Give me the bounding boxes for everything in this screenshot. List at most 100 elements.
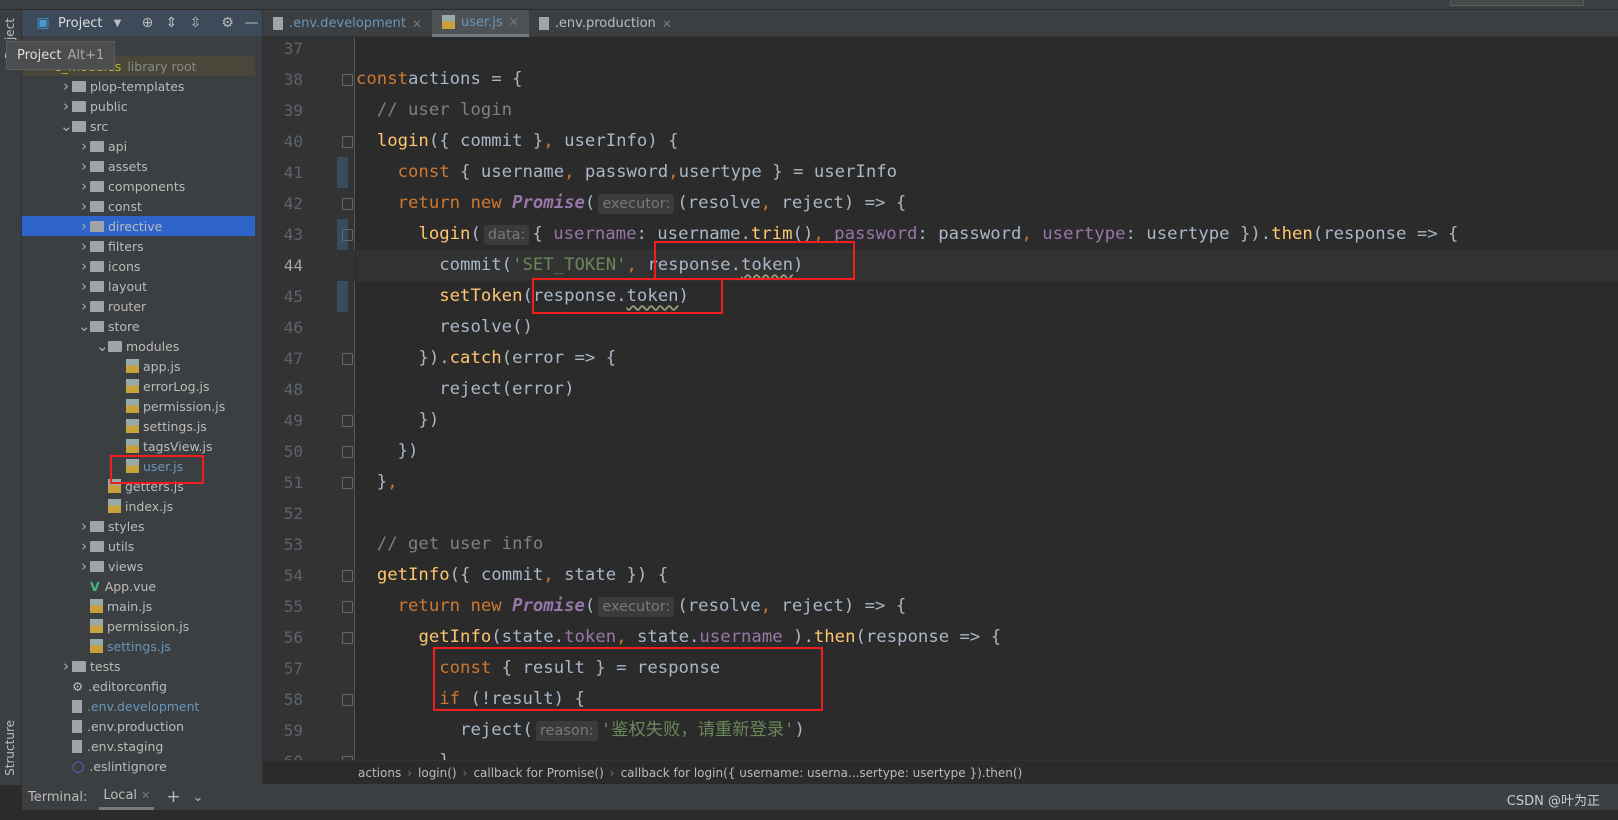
tree-item[interactable]: permission.js [22, 616, 255, 636]
breadcrumb-item[interactable]: callback for Promise() [473, 766, 603, 780]
code-line[interactable]: return new Promise(executor: (resolve, re… [356, 591, 1618, 622]
tree-item[interactable]: ⚙ .editorconfig [22, 676, 255, 696]
tree-item[interactable]: ⌄ modules [22, 336, 255, 356]
search-box[interactable] [1450, 0, 1584, 6]
chevron-right-icon[interactable]: › [78, 557, 90, 575]
minimize-icon[interactable]: — [242, 15, 260, 31]
tree-item[interactable]: › api [22, 136, 255, 156]
code-line[interactable]: login({ commit }, userInfo) { [356, 126, 1618, 157]
tree-item[interactable]: settings.js [22, 636, 255, 656]
close-icon[interactable]: ✕ [412, 17, 422, 31]
project-view-selector[interactable]: Project [58, 16, 102, 31]
chevron-right-icon[interactable]: › [78, 517, 90, 535]
fold-icon[interactable] [342, 632, 353, 644]
tree-item[interactable]: › layout [22, 276, 255, 296]
tree-item[interactable]: › directive [22, 216, 255, 236]
fold-icon[interactable] [342, 74, 353, 86]
chevron-right-icon[interactable]: › [78, 157, 90, 175]
breadcrumb-item[interactable]: actions [358, 766, 401, 780]
fold-icon[interactable] [342, 415, 353, 427]
terminal-output[interactable] [22, 810, 1618, 820]
tree-item[interactable]: › tests [22, 656, 255, 676]
fold-icon[interactable] [342, 446, 353, 458]
change-marker[interactable] [337, 281, 348, 312]
tree-item[interactable]: index.js [22, 496, 255, 516]
code-line[interactable]: // get user info [356, 529, 1618, 560]
tree-item[interactable]: › plop-templates [22, 76, 255, 96]
fold-icon[interactable] [342, 229, 353, 241]
code-line[interactable]: constactions = { [356, 64, 1618, 95]
code-line[interactable]: }).catch(error => { [356, 343, 1618, 374]
code-line[interactable]: login(data:{ username: username.trim(), … [356, 219, 1618, 250]
collapse-all-icon[interactable]: ⇳ [186, 15, 204, 31]
chevron-down-icon[interactable]: ⌄ [60, 117, 73, 135]
tree-item[interactable]: › router [22, 296, 255, 316]
tab-env-production[interactable]: .env.production ✕ [529, 10, 682, 37]
chevron-right-icon[interactable]: › [78, 137, 90, 155]
breadcrumb-item[interactable]: callback for login({ username: userna...… [621, 766, 1023, 780]
chevron-right-icon[interactable]: › [78, 237, 90, 255]
code-line[interactable]: reject(reason: '鉴权失败，请重新登录') [356, 715, 1618, 746]
code-line[interactable]: // user login [356, 95, 1618, 126]
code-line[interactable]: } [356, 746, 1618, 760]
fold-icon[interactable] [342, 601, 353, 613]
gear-icon[interactable]: ⚙ [218, 15, 236, 31]
chevron-right-icon[interactable]: › [60, 657, 72, 675]
code-line[interactable]: getInfo({ commit, state }) { [356, 560, 1618, 591]
tree-item[interactable]: › filters [22, 236, 255, 256]
code-line[interactable] [356, 498, 1618, 529]
close-icon[interactable]: ✕ [509, 15, 519, 29]
tree-item[interactable]: V App.vue [22, 576, 255, 596]
chevron-right-icon[interactable]: › [78, 177, 90, 195]
expand-all-icon[interactable]: ⇕ [162, 15, 180, 31]
code-line[interactable]: resolve() [356, 312, 1618, 343]
tree-item[interactable]: main.js [22, 596, 255, 616]
code-line[interactable]: reject(error) [356, 374, 1618, 405]
tree-item[interactable]: .env.production [22, 716, 255, 736]
chevron-right-icon[interactable]: › [60, 77, 72, 95]
fold-icon[interactable] [342, 694, 353, 706]
structure-tool-tab[interactable]: Structure [3, 720, 17, 776]
tree-item[interactable]: › public [22, 96, 255, 116]
tree-item[interactable]: .env.development [22, 696, 255, 716]
close-icon[interactable]: ✕ [662, 17, 672, 31]
tab-user-js[interactable]: user.js ✕ [432, 10, 529, 37]
tree-item[interactable]: › assets [22, 156, 255, 176]
tree-item[interactable]: errorLog.js [22, 376, 255, 396]
breadcrumb-item[interactable]: login() [418, 766, 457, 780]
change-marker[interactable] [337, 157, 348, 188]
tree-item[interactable]: ⌄ src [22, 116, 255, 136]
code-line[interactable] [356, 37, 1618, 64]
fold-icon[interactable] [342, 353, 353, 365]
chevron-right-icon[interactable]: › [78, 537, 90, 555]
code-line[interactable]: }) [356, 405, 1618, 436]
tree-item[interactable]: app.js [22, 356, 255, 376]
tree-item[interactable]: ◯ .eslintignore [22, 756, 255, 776]
code-line[interactable]: commit('SET_TOKEN', response.token) [356, 250, 1618, 281]
tree-item[interactable]: › components [22, 176, 255, 196]
tree-item[interactable]: .env.staging [22, 736, 255, 756]
close-icon[interactable]: ✕ [141, 789, 150, 802]
code-line[interactable]: }) [356, 436, 1618, 467]
tree-item[interactable]: permission.js [22, 396, 255, 416]
fold-icon[interactable] [342, 570, 353, 582]
code-line[interactable]: const { username, password,usertype } = … [356, 157, 1618, 188]
chevron-right-icon[interactable]: › [78, 217, 90, 235]
chevron-down-icon[interactable]: ⌄ [78, 317, 91, 335]
chevron-down-icon[interactable]: ▼ [108, 18, 126, 29]
code-line[interactable]: }, [356, 467, 1618, 498]
chevron-down-icon[interactable]: ⌄ [193, 790, 204, 805]
chevron-right-icon[interactable]: › [78, 277, 90, 295]
fold-icon[interactable] [342, 477, 353, 489]
tree-item[interactable]: settings.js [22, 416, 255, 436]
tree-item[interactable]: ⌄ store [22, 316, 255, 336]
fold-icon[interactable] [342, 198, 353, 210]
tree-item[interactable]: tagsView.js [22, 436, 255, 456]
add-terminal-icon[interactable]: + [166, 787, 180, 807]
locate-icon[interactable]: ⊕ [138, 15, 156, 31]
tree-item[interactable]: › views [22, 556, 255, 576]
chevron-down-icon[interactable]: ⌄ [96, 337, 109, 355]
tree-item[interactable]: › icons [22, 256, 255, 276]
tree-item[interactable]: › styles [22, 516, 255, 536]
chevron-right-icon[interactable]: › [78, 257, 90, 275]
